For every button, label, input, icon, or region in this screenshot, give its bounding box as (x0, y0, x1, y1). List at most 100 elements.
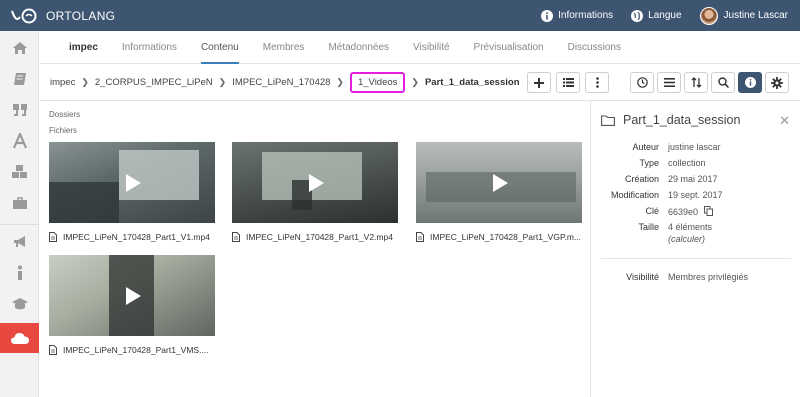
left-sidebar (0, 31, 39, 397)
sidebar-item-tools[interactable] (0, 157, 39, 187)
property-key: Création (624, 174, 659, 184)
list-icon (562, 78, 574, 87)
top-bar: ORTOLANG Informations Langue Justine Las… (0, 0, 800, 31)
files-section-label: Fichiers (49, 126, 78, 135)
cubes-icon (11, 165, 27, 178)
workspace-tabs: impec Informations Contenu Membres Métad… (40, 31, 800, 64)
tab-visibilite[interactable]: Visibilité (413, 31, 450, 64)
content-area: Dossiers Fichiers IMPEC_LiPeN_170428_Par… (40, 102, 590, 397)
file-item[interactable]: IMPEC_LiPeN_170428_Part1_V1.mp4 (49, 142, 215, 242)
panel-title: Part_1_data_session (601, 113, 740, 127)
sidebar-item-info[interactable] (0, 258, 39, 288)
search-button[interactable] (711, 72, 735, 93)
play-icon (126, 286, 141, 305)
globe-icon (631, 9, 644, 22)
play-icon (493, 173, 508, 192)
app-name: ORTOLANG (46, 8, 116, 23)
briefcase-icon (12, 197, 27, 209)
book-icon (13, 73, 26, 85)
file-name[interactable]: IMPEC_LiPeN_170428_Part1_V2.mp4 (246, 232, 393, 242)
file-name[interactable]: IMPEC_LiPeN_170428_Part1_VMS.... (63, 345, 209, 355)
avatar[interactable] (699, 6, 718, 25)
sidebar-item-projects[interactable] (0, 188, 39, 218)
breadcrumb: impec ❯ 2_CORPUS_IMPEC_LiPeN ❯ IMPEC_LiP… (50, 64, 532, 101)
folders-section-label: Dossiers (49, 110, 81, 119)
language-menu[interactable]: Langue (631, 9, 682, 22)
property-key: Modification (610, 190, 659, 200)
file-item[interactable]: IMPEC_LiPeN_170428_Part1_V2.mp4 (232, 142, 398, 242)
folder-icon (601, 114, 615, 126)
key-value: 6639e0 (668, 207, 699, 217)
search-icon (717, 77, 729, 88)
panel-divider (601, 258, 791, 259)
video-thumbnail[interactable] (232, 142, 398, 223)
property-value: 4 éléments (668, 222, 713, 232)
gear-icon (771, 76, 783, 89)
chevron-right-icon: ❯ (218, 77, 227, 87)
breadcrumb-current[interactable]: Part_1_data_session (425, 77, 520, 88)
file-icon (416, 232, 424, 242)
letter-a-icon (12, 133, 27, 149)
tab-metadonnees[interactable]: Métadonnées (328, 31, 389, 64)
sidebar-item-news[interactable] (0, 227, 39, 257)
tab-informations[interactable]: Informations (122, 31, 177, 64)
sidebar-item-quote[interactable] (0, 95, 39, 125)
sidebar-item-dictionary[interactable] (0, 126, 39, 156)
more-options-button[interactable] (585, 72, 609, 93)
file-icon (232, 232, 240, 242)
calculate-size-link[interactable]: (calculer) (668, 234, 705, 244)
sort-button[interactable] (684, 72, 708, 93)
property-value: collection (668, 158, 706, 168)
sort-icon (691, 77, 701, 88)
video-thumbnail[interactable] (416, 142, 582, 223)
breadcrumb-item[interactable]: impec (50, 77, 75, 88)
sidebar-item-book[interactable] (0, 64, 39, 94)
sidebar-item-training[interactable] (0, 289, 39, 319)
menu-lines-icon (663, 78, 675, 87)
file-item[interactable]: IMPEC_LiPeN_170428_Part1_VGP.m... (416, 142, 582, 242)
property-key: Visibilité (626, 272, 659, 282)
sidebar-item-workspace[interactable] (0, 323, 39, 353)
tab-discussions[interactable]: Discussions (568, 31, 621, 64)
property-value: Membres privilégiés (668, 272, 749, 282)
property-value: 6639e0 (668, 206, 713, 217)
close-icon[interactable]: ✕ (779, 113, 790, 129)
breadcrumb-item[interactable]: 2_CORPUS_IMPEC_LiPeN (95, 77, 213, 88)
home-icon (12, 42, 27, 54)
settings-button[interactable] (765, 72, 789, 93)
sidebar-divider (0, 224, 39, 225)
brand-logo[interactable]: ORTOLANG (10, 7, 115, 25)
informations-label: Informations (558, 10, 614, 21)
language-label: Langue (648, 10, 682, 21)
clock-icon (636, 77, 648, 88)
add-button[interactable] (527, 72, 551, 93)
panel-title-text: Part_1_data_session (623, 113, 741, 127)
copy-icon[interactable] (703, 206, 713, 216)
file-name[interactable]: IMPEC_LiPeN_170428_Part1_VGP.m... (430, 232, 581, 242)
tab-workspace[interactable]: impec (69, 31, 98, 64)
play-icon (309, 173, 324, 192)
breadcrumb-item[interactable]: IMPEC_LiPeN_170428 (232, 77, 330, 88)
ortolang-logo-icon (11, 8, 37, 23)
info-icon (17, 265, 22, 280)
file-name[interactable]: IMPEC_LiPeN_170428_Part1_V1.mp4 (63, 232, 210, 242)
history-button[interactable] (630, 72, 654, 93)
informations-link[interactable]: Informations (541, 9, 614, 22)
video-thumbnail[interactable] (49, 142, 215, 223)
file-item[interactable]: IMPEC_LiPeN_170428_Part1_VMS.... (49, 255, 215, 355)
info-panel-button[interactable] (738, 72, 762, 93)
sidebar-item-home[interactable] (0, 33, 39, 63)
breadcrumb-item-highlighted[interactable]: 1_Videos (349, 72, 406, 93)
tab-previsualisation[interactable]: Prévisualisation (474, 31, 544, 64)
video-thumbnail[interactable] (49, 255, 215, 336)
user-name[interactable]: Justine Lascar (724, 10, 788, 21)
chevron-right-icon: ❯ (411, 77, 419, 87)
property-key: Type (639, 158, 659, 168)
tab-membres[interactable]: Membres (263, 31, 305, 64)
details-view-button[interactable] (657, 72, 681, 93)
tab-contenu[interactable]: Contenu (200, 31, 239, 64)
quote-icon (12, 104, 27, 116)
info-circle-icon (744, 77, 756, 88)
file-icon (49, 232, 57, 242)
list-view-button[interactable] (556, 72, 580, 93)
